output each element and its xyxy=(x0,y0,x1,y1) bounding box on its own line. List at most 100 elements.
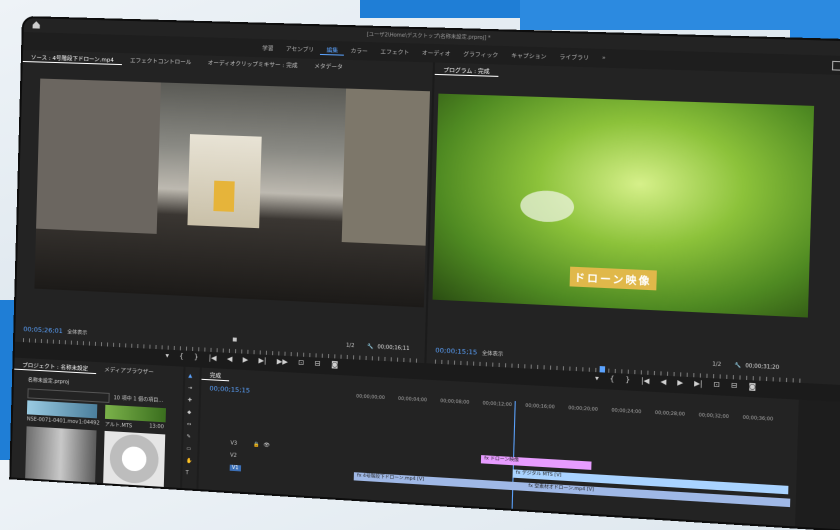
corridor-end xyxy=(213,180,235,212)
program-timecode[interactable]: 00;00;15;15 xyxy=(435,346,477,356)
tab-program[interactable]: プログラム : 完成 xyxy=(434,65,499,77)
pen-tool-icon[interactable]: ✎ xyxy=(187,434,191,440)
right-wall xyxy=(341,88,431,246)
program-playhead[interactable] xyxy=(599,366,606,373)
source-resolution-select[interactable]: 1/2 xyxy=(346,343,355,350)
go-to-in-icon[interactable]: |◀ xyxy=(641,377,650,386)
step-forward-icon[interactable]: ▶| xyxy=(258,356,266,365)
more-workspaces-button[interactable]: » xyxy=(595,55,612,62)
razor-tool-icon[interactable]: ◆ xyxy=(187,409,191,415)
eye-icon[interactable]: 👁 xyxy=(263,442,270,448)
insert-icon[interactable]: ⊡ xyxy=(298,359,304,367)
selection-tool-icon[interactable]: ▲ xyxy=(188,373,192,379)
workspace-graphics[interactable]: グラフィック xyxy=(457,50,505,60)
window-title: [ユーザ2\Home\デスクトップ\名称未設定.prproj] * xyxy=(366,31,491,42)
home-icon[interactable] xyxy=(32,20,41,29)
timeline-panel: 完成 00;00;15;15 00;00;00;00 00;00;04;00 0… xyxy=(198,367,799,527)
overwrite-icon[interactable]: ⊟ xyxy=(315,359,321,367)
project-item-count: 10 項中 1 個の項目... xyxy=(113,395,164,405)
mark-in-icon[interactable]: { xyxy=(179,352,184,360)
ruler-label: 00;00;08;00 xyxy=(440,399,470,406)
step-back-icon[interactable]: ◀ xyxy=(660,378,666,387)
left-wall xyxy=(36,78,161,234)
step-forward-icon[interactable]: ▶| xyxy=(694,379,703,388)
camera-icon[interactable]: ◙ xyxy=(748,382,756,391)
marker-icon[interactable]: ▾ xyxy=(595,374,599,383)
source-timecode[interactable]: 00;05;26;01 xyxy=(23,325,63,335)
program-fit-select[interactable]: 全体表示 xyxy=(482,350,504,358)
track-label-v2[interactable]: V2 xyxy=(230,452,237,458)
ruler-label: 00;00;00;00 xyxy=(356,394,385,402)
project-item-duration: 1:04492 xyxy=(78,419,100,427)
program-wrench-icon[interactable]: 🔧 xyxy=(734,363,741,370)
tab-media-browser[interactable]: メディアブラウザー xyxy=(96,365,162,377)
mark-out-icon[interactable]: } xyxy=(194,353,199,361)
tab-effect-controls[interactable]: エフェクトコントロール xyxy=(122,56,200,66)
source-wrench-icon[interactable]: 🔧 xyxy=(367,344,374,350)
ruler-label: 00;00;20;00 xyxy=(568,406,598,413)
lock-icon[interactable]: 🔒 xyxy=(253,442,260,448)
thumbnail[interactable] xyxy=(25,426,97,483)
ruler-label: 00;00;36;00 xyxy=(742,415,774,423)
source-marker-icon[interactable]: ■ xyxy=(232,337,237,343)
project-item-name[interactable]: NSE-0071-0401.mov xyxy=(27,416,79,425)
workspace-learning[interactable]: 学習 xyxy=(256,44,280,53)
ruler-label: 00;00;28;00 xyxy=(654,410,685,418)
workspace-captions[interactable]: キャプション xyxy=(505,51,553,61)
track-label-v3[interactable]: V3 xyxy=(230,440,237,446)
project-file-name: 名称未設定.prproj xyxy=(27,377,70,386)
extract-icon[interactable]: ⊟ xyxy=(731,381,738,390)
ripple-tool-icon[interactable]: ✚ xyxy=(188,397,192,403)
track-select-tool-icon[interactable]: ⇥ xyxy=(188,385,192,391)
project-item-duration: 13:00 xyxy=(149,423,164,431)
ruler-label: 00;00;12;00 xyxy=(482,401,512,409)
program-duration: 00;00;31;20 xyxy=(745,363,780,372)
program-resolution-select[interactable]: 1/2 xyxy=(712,361,721,368)
workspace-color[interactable]: カラー xyxy=(344,46,374,56)
tab-metadata[interactable]: メタデータ xyxy=(306,62,351,72)
timeline-clip[interactable]: fx 4号階段下ドローン.mp4 [V] xyxy=(353,472,527,491)
mark-out-icon[interactable]: } xyxy=(625,376,630,385)
mark-in-icon[interactable]: { xyxy=(610,375,615,384)
play-icon[interactable]: ▶ xyxy=(243,356,249,364)
tab-sequence[interactable]: 完成 xyxy=(201,370,230,381)
bg-pixel-block xyxy=(360,0,520,18)
go-to-out-icon[interactable]: ▶▶ xyxy=(277,357,288,366)
hand-tool-icon[interactable]: ✋ xyxy=(186,458,193,464)
go-to-in-icon[interactable]: |◀ xyxy=(209,354,217,363)
timeline-timecode[interactable]: 00;00;15;15 xyxy=(209,384,250,394)
step-back-icon[interactable]: ◀ xyxy=(227,355,233,363)
ruler-label: 00;00;04;00 xyxy=(397,396,427,404)
workspace-assembly[interactable]: アセンブリ xyxy=(280,45,321,54)
tab-project[interactable]: プロジェクト : 名称未設定 xyxy=(14,360,97,374)
thumbnail[interactable] xyxy=(103,430,166,487)
program-video-frame: ドローン映像 xyxy=(432,93,815,318)
ruler-label: 00;00;32;00 xyxy=(698,413,729,421)
slip-tool-icon[interactable]: ↔ xyxy=(187,422,191,428)
program-caption: ドローン映像 xyxy=(569,266,657,291)
tab-source[interactable]: ソース : 4号階段下ドローン.mp4 xyxy=(22,52,123,65)
marker-icon[interactable]: ▾ xyxy=(165,352,169,360)
play-icon[interactable]: ▶ xyxy=(677,378,683,387)
camera-icon[interactable]: ◙ xyxy=(331,360,338,369)
source-fit-select[interactable]: 全体表示 xyxy=(67,328,87,336)
workspace-libraries[interactable]: ライブラリ xyxy=(553,53,596,63)
thumbnail[interactable] xyxy=(26,400,98,419)
thumbnail[interactable] xyxy=(104,404,166,423)
timeline-clip[interactable]: fx ドローン映像 xyxy=(480,455,592,470)
source-monitor: ソース : 4号階段下ドローン.mp4 エフェクトコントロール オーディオクリッ… xyxy=(15,49,433,364)
tab-audio-mixer[interactable]: オーディオクリップミキサー : 完成 xyxy=(199,58,306,70)
program-monitor: プログラム : 完成 ドローン映像 00;00;15;15 全体表示 1/2 🔧… xyxy=(426,62,840,386)
workspace-audio[interactable]: オーディオ xyxy=(415,49,457,58)
track-label-v1[interactable]: V1 xyxy=(229,464,241,472)
project-item-name[interactable]: アルト.MTS xyxy=(105,421,133,430)
share-icon[interactable] xyxy=(831,60,840,71)
workspace-editing[interactable]: 編集 xyxy=(320,45,345,56)
lift-icon[interactable]: ⊡ xyxy=(713,380,720,389)
workspace-effects[interactable]: エフェクト xyxy=(374,47,416,57)
type-tool-icon[interactable]: T xyxy=(185,470,188,476)
timeline-playhead[interactable] xyxy=(511,401,516,509)
ruler-label: 00;00;16;00 xyxy=(525,403,555,411)
source-duration: 00;00;16;11 xyxy=(377,344,410,353)
rectangle-tool-icon[interactable]: ▭ xyxy=(186,446,191,452)
